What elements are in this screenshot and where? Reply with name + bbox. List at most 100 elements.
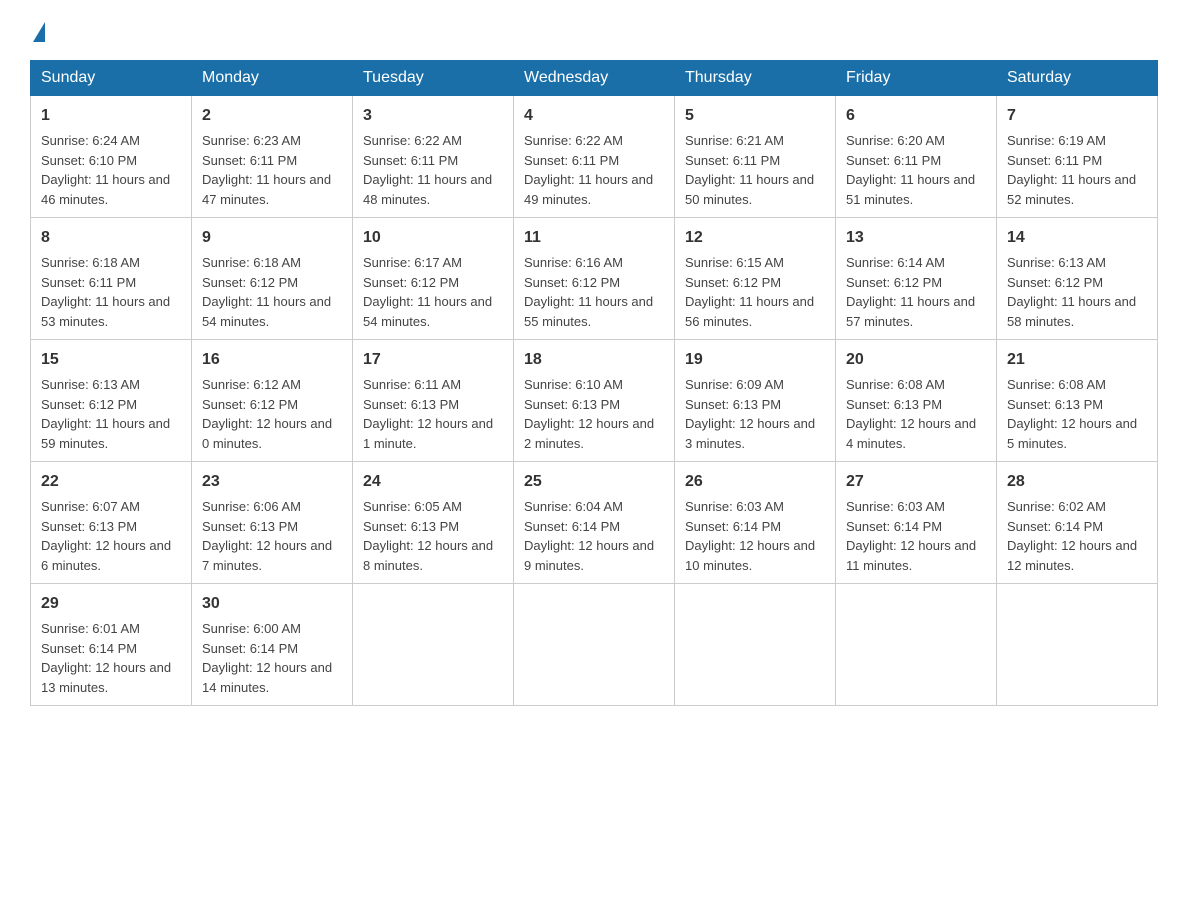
week-row-5: 29 Sunrise: 6:01 AMSunset: 6:14 PMDayligh…: [31, 584, 1158, 706]
sunset-text: Sunset: 6:13 PM: [202, 519, 298, 534]
week-row-3: 15 Sunrise: 6:13 AM Sunset: 6:12 PM Dayligh…: [31, 340, 1158, 462]
empty-cell: [514, 584, 675, 706]
day-info: Sunrise: 6:01 AMSunset: 6:14 PMDaylight:…: [41, 619, 181, 697]
day-info: Sunrise: 6:18 AM Sunset: 6:11 PM Daylight:…: [41, 253, 181, 331]
day-info: Sunrise: 6:03 AMSunset: 6:14 PMDaylight:…: [685, 497, 825, 575]
day-cell-10: 10Sunrise: 6:17 AMSunset: 6:12 PMDayligh…: [353, 218, 514, 340]
sunrise-text: Sunrise: 6:12 AM: [202, 377, 301, 392]
sunrise-text: Sunrise: 6:15 AM: [685, 255, 784, 270]
day-number: 18: [524, 348, 664, 372]
day-number: 17: [363, 348, 503, 372]
day-number: 7: [1007, 104, 1147, 128]
day-number: 25: [524, 470, 664, 494]
daylight-text: Daylight: 11 hours and 59 minutes.: [41, 416, 170, 451]
sunset-text: Sunset: 6:13 PM: [524, 397, 620, 412]
sunrise-text: Sunrise: 6:02 AM: [1007, 499, 1106, 514]
day-number: 29: [41, 592, 181, 616]
daylight-text: Daylight: 11 hours and 50 minutes.: [685, 172, 814, 207]
daylight-text: Daylight: 12 hours and 2 minutes.: [524, 416, 654, 451]
sunset-text: Sunset: 6:14 PM: [846, 519, 942, 534]
day-cell-7: 7Sunrise: 6:19 AMSunset: 6:11 PMDaylight…: [997, 96, 1158, 218]
day-info: Sunrise: 6:23 AMSunset: 6:11 PMDaylight:…: [202, 131, 342, 209]
sunrise-text: Sunrise: 6:06 AM: [202, 499, 301, 514]
daylight-text: Daylight: 11 hours and 52 minutes.: [1007, 172, 1136, 207]
sunset-text: Sunset: 6:13 PM: [846, 397, 942, 412]
sunset-text: Sunset: 6:14 PM: [524, 519, 620, 534]
day-info: Sunrise: 6:22 AMSunset: 6:11 PMDaylight:…: [524, 131, 664, 209]
day-number: 9: [202, 226, 342, 250]
day-info: Sunrise: 6:20 AMSunset: 6:11 PMDaylight:…: [846, 131, 986, 209]
day-number: 30: [202, 592, 342, 616]
sunset-text: Sunset: 6:14 PM: [1007, 519, 1103, 534]
sunset-text: Sunset: 6:12 PM: [685, 275, 781, 290]
day-info: Sunrise: 6:05 AMSunset: 6:13 PMDaylight:…: [363, 497, 503, 575]
day-number: 10: [363, 226, 503, 250]
daylight-text: Daylight: 11 hours and 51 minutes.: [846, 172, 975, 207]
empty-cell: [836, 584, 997, 706]
sunset-text: Sunset: 6:12 PM: [202, 397, 298, 412]
empty-cell: [353, 584, 514, 706]
sunrise-text: Sunrise: 6:08 AM: [1007, 377, 1106, 392]
sunset-text: Sunset: 6:12 PM: [41, 397, 137, 412]
daylight-text: Daylight: 12 hours and 9 minutes.: [524, 538, 654, 573]
daylight-text: Daylight: 12 hours and 5 minutes.: [1007, 416, 1137, 451]
sunrise-text: Sunrise: 6:09 AM: [685, 377, 784, 392]
day-cell-16: 16Sunrise: 6:12 AMSunset: 6:12 PMDayligh…: [192, 340, 353, 462]
day-number: 5: [685, 104, 825, 128]
col-header-sunday: Sunday: [31, 61, 192, 96]
day-cell-8: 8 Sunrise: 6:18 AM Sunset: 6:11 PM Daylight…: [31, 218, 192, 340]
day-cell-14: 14 Sunrise: 6:13 AM Sunset: 6:12 PM Dayligh…: [997, 218, 1158, 340]
day-number: 15: [41, 348, 181, 372]
sunrise-text: Sunrise: 6:16 AM: [524, 255, 623, 270]
daylight-text: Daylight: 11 hours and 53 minutes.: [41, 294, 170, 329]
col-header-saturday: Saturday: [997, 61, 1158, 96]
week-row-4: 22Sunrise: 6:07 AMSunset: 6:13 PMDayligh…: [31, 462, 1158, 584]
daylight-text: Daylight: 11 hours and 48 minutes.: [363, 172, 492, 207]
sunrise-text: Sunrise: 6:18 AM: [41, 255, 140, 270]
daylight-text: Daylight: 12 hours and 11 minutes.: [846, 538, 976, 573]
day-number: 27: [846, 470, 986, 494]
day-cell-24: 24Sunrise: 6:05 AMSunset: 6:13 PMDayligh…: [353, 462, 514, 584]
daylight-text: Daylight: 11 hours and 54 minutes.: [363, 294, 492, 329]
day-cell-11: 11Sunrise: 6:16 AMSunset: 6:12 PMDayligh…: [514, 218, 675, 340]
day-cell-27: 27Sunrise: 6:03 AMSunset: 6:14 PMDayligh…: [836, 462, 997, 584]
sunset-text: Sunset: 6:11 PM: [41, 275, 136, 290]
daylight-text: Daylight: 12 hours and 14 minutes.: [202, 660, 332, 695]
day-cell-1: 1Sunrise: 6:24 AMSunset: 6:10 PMDaylight…: [31, 96, 192, 218]
sunset-text: Sunset: 6:13 PM: [363, 397, 459, 412]
day-cell-2: 2Sunrise: 6:23 AMSunset: 6:11 PMDaylight…: [192, 96, 353, 218]
day-number: 21: [1007, 348, 1147, 372]
sunrise-text: Sunrise: 6:07 AM: [41, 499, 140, 514]
sunrise-text: Sunrise: 6:23 AM: [202, 133, 301, 148]
day-number: 8: [41, 226, 181, 250]
sunset-text: Sunset: 6:12 PM: [202, 275, 298, 290]
day-number: 13: [846, 226, 986, 250]
daylight-text: Daylight: 11 hours and 54 minutes.: [202, 294, 331, 329]
sunrise-text: Sunrise: 6:08 AM: [846, 377, 945, 392]
day-number: 28: [1007, 470, 1147, 494]
day-number: 12: [685, 226, 825, 250]
col-header-tuesday: Tuesday: [353, 61, 514, 96]
day-cell-21: 21Sunrise: 6:08 AMSunset: 6:13 PMDayligh…: [997, 340, 1158, 462]
day-info: Sunrise: 6:18 AMSunset: 6:12 PMDaylight:…: [202, 253, 342, 331]
sunrise-text: Sunrise: 6:00 AM: [202, 621, 301, 636]
daylight-text: Daylight: 11 hours and 58 minutes.: [1007, 294, 1136, 329]
day-number: 14: [1007, 226, 1147, 250]
col-header-friday: Friday: [836, 61, 997, 96]
sunrise-text: Sunrise: 6:14 AM: [846, 255, 945, 270]
sunrise-text: Sunrise: 6:20 AM: [846, 133, 945, 148]
day-number: 16: [202, 348, 342, 372]
day-info: Sunrise: 6:24 AMSunset: 6:10 PMDaylight:…: [41, 131, 181, 209]
sunrise-text: Sunrise: 6:01 AM: [41, 621, 140, 636]
daylight-text: Daylight: 12 hours and 12 minutes.: [1007, 538, 1137, 573]
sunset-text: Sunset: 6:12 PM: [1007, 275, 1103, 290]
sunset-text: Sunset: 6:13 PM: [41, 519, 137, 534]
sunrise-text: Sunrise: 6:22 AM: [363, 133, 462, 148]
sunrise-text: Sunrise: 6:13 AM: [1007, 255, 1106, 270]
day-cell-3: 3Sunrise: 6:22 AMSunset: 6:11 PMDaylight…: [353, 96, 514, 218]
sunrise-text: Sunrise: 6:10 AM: [524, 377, 623, 392]
day-cell-25: 25Sunrise: 6:04 AMSunset: 6:14 PMDayligh…: [514, 462, 675, 584]
col-header-thursday: Thursday: [675, 61, 836, 96]
logo: [30, 20, 45, 40]
sunrise-text: Sunrise: 6:13 AM: [41, 377, 140, 392]
